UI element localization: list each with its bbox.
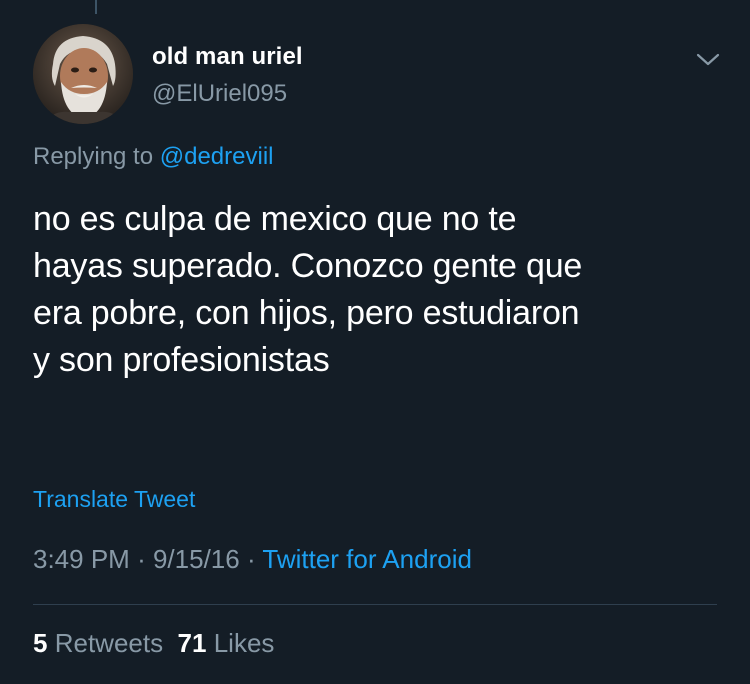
likes-label: Likes [213, 628, 275, 658]
reply-mention-link[interactable]: @dedreviil [160, 143, 274, 170]
stats-divider [33, 604, 717, 605]
tweet-time: 3:49 PM [33, 544, 130, 574]
tweet-stats: 5 Retweets 71 Likes [33, 628, 274, 659]
retweets-count: 5 [33, 628, 48, 658]
chevron-down-icon[interactable] [694, 48, 722, 70]
translate-tweet-link[interactable]: Translate Tweet [33, 486, 195, 513]
tweet-date: 9/15/16 [152, 544, 240, 574]
tweet-text: no es culpa de mexico que no te hayas su… [33, 200, 583, 379]
tweet-metadata: 3:49 PM · 9/15/16 · Twitter for Android [33, 544, 472, 575]
thread-connector-line [95, 0, 97, 14]
likes-count: 71 [177, 628, 207, 658]
avatar[interactable] [33, 24, 133, 124]
retweets-label: Retweets [54, 628, 164, 658]
replying-to-label: Replying to [33, 143, 154, 170]
replying-to-line: Replying to @dedreviil [33, 143, 274, 171]
meta-separator: · [246, 544, 256, 574]
tweet-source-link[interactable]: Twitter for Android [262, 544, 472, 574]
author-handle[interactable]: @ElUriel095 [152, 80, 287, 108]
profile-photo-icon [33, 24, 133, 124]
author-display-name[interactable]: old man uriel [152, 43, 303, 71]
meta-separator: · [137, 544, 146, 574]
retweets-stat[interactable]: 5 Retweets [33, 628, 163, 658]
likes-stat[interactable]: 71 Likes [178, 628, 275, 658]
